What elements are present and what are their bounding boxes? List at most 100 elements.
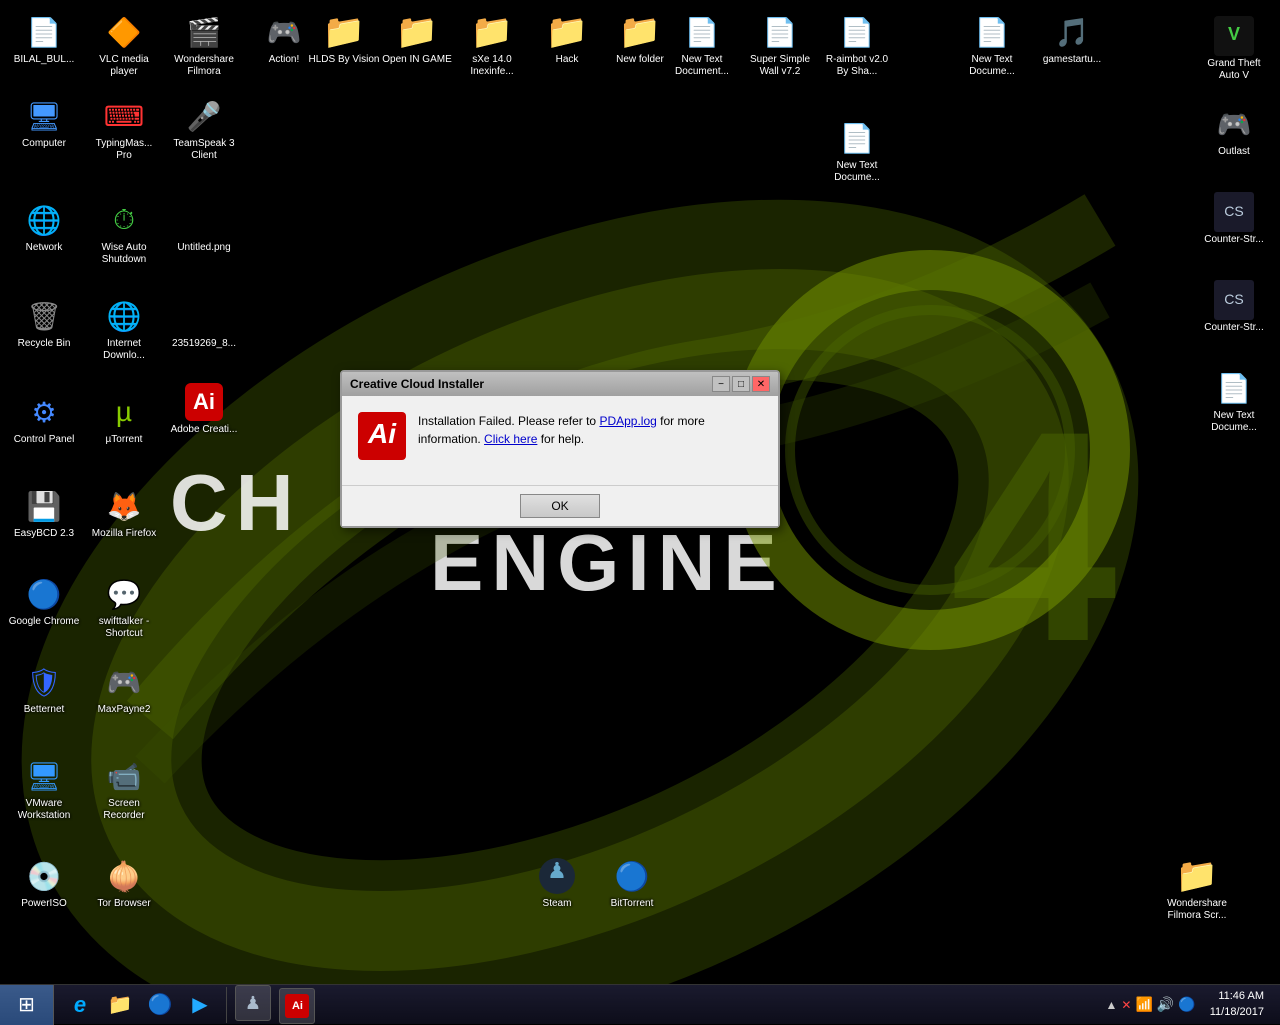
icon-gta5[interactable]: V Grand Theft Auto V [1194, 12, 1274, 92]
icon-steam[interactable]: ♟ Steam [517, 852, 597, 932]
icon-recycle[interactable]: 🗑 Recycle Bin [4, 292, 84, 372]
pdapp-log-link[interactable]: PDApp.log [599, 414, 656, 428]
tray-network-icon[interactable]: 📶 [1135, 996, 1152, 1013]
taskbar-ie-icon[interactable]: e [62, 987, 98, 1023]
taskbar-media-icon[interactable]: ▶ [182, 987, 218, 1023]
icon-easybcd[interactable]: 💾 EasyBCD 2.3 [4, 482, 84, 562]
icon-typingmaster[interactable]: ⌨ TypingMas... Pro [84, 92, 164, 172]
screen-rec-label: Screen Recorder [88, 798, 160, 822]
icon-network[interactable]: 🌐 Network [4, 196, 84, 276]
start-button[interactable]: ⊞ [0, 985, 54, 1025]
icon-betternet[interactable]: 🛡 Betternet [4, 658, 84, 738]
taskbar-explorer-icon[interactable]: 📁 [102, 987, 138, 1023]
dialog-window-controls: − □ ✕ [712, 376, 770, 392]
click-here-link[interactable]: Click here [484, 432, 537, 446]
vmware-icon: 🖥 [24, 756, 64, 796]
typingmaster-label: TypingMas... Pro [88, 138, 160, 162]
taskbar-adobe-active[interactable]: Ai [279, 988, 315, 1024]
icon-swifttalker[interactable]: 💬 swifttalker - Shortcut [84, 570, 164, 650]
icon-teamspeak[interactable]: 🎤 TeamSpeak 3 Client [164, 92, 244, 172]
new-text3-label: New Text Docume... [821, 160, 893, 184]
new-text1-icon: 📄 [682, 12, 722, 52]
new-text3-icon: 📄 [837, 118, 877, 158]
icon-screen-rec[interactable]: 📹 Screen Recorder [84, 752, 164, 832]
icon-hack[interactable]: 📁 Hack [527, 8, 607, 88]
icon-new-text2[interactable]: 📄 New Text Docume... [952, 8, 1032, 88]
icon-wise-auto[interactable]: ⏱ Wise Auto Shutdown [84, 196, 164, 276]
hlds-icon: 📁 [324, 12, 364, 52]
teamspeak-label: TeamSpeak 3 Client [168, 138, 240, 162]
dialog-message: Installation Failed. Please refer to PDA… [418, 412, 762, 448]
icon-new-text3[interactable]: 📄 New Text Docume... [817, 114, 897, 194]
icon-internet-dl[interactable]: 🌐 Internet Downlo... [84, 292, 164, 372]
firefox-icon: 🦊 [104, 486, 144, 526]
icon-vlc[interactable]: 🔶 VLC media player [84, 8, 164, 88]
tray-bluetooth-icon[interactable]: 🔵 [1178, 996, 1195, 1013]
icon-vmware[interactable]: 🖥 VMware Workstation [4, 752, 84, 832]
icon-chrome[interactable]: 🔵 Google Chrome [4, 570, 84, 650]
icon-raimbot[interactable]: 📄 R-aimbot v2.0 By Sha... [817, 8, 897, 88]
icon-new-text1[interactable]: 📄 New Text Document... [662, 8, 742, 88]
control-panel-icon: ⚙ [24, 392, 64, 432]
icon-tor-browser[interactable]: 🧅 Tor Browser [84, 852, 164, 932]
icon-computer[interactable]: 🖥 Computer [4, 92, 84, 172]
tray-arrow-icon[interactable]: ▲ [1105, 998, 1117, 1012]
dialog-maximize-button[interactable]: □ [732, 376, 750, 392]
icon-img23519[interactable]: 🖼 23519269_8... [164, 292, 244, 372]
dialog-titlebar: Creative Cloud Installer − □ ✕ [342, 372, 778, 396]
cs2-icon: CS [1214, 280, 1254, 320]
icon-sxe[interactable]: 📁 sXe 14.0 Inexinfe... [452, 8, 532, 88]
gamestart-label: gamestartu... [1043, 54, 1101, 66]
icon-adobe-cc[interactable]: Ai Adobe Creati... [164, 378, 244, 458]
system-clock[interactable]: 11:46 AM 11/18/2017 [1202, 989, 1272, 1020]
control-panel-label: Control Panel [14, 434, 75, 446]
adobe-taskbar-icon: Ai [292, 1000, 303, 1012]
icon-utorrent[interactable]: µ µTorrent [84, 388, 164, 468]
icon-cs2[interactable]: CS Counter-Str... [1194, 276, 1274, 356]
svg-text:Ai: Ai [367, 418, 397, 449]
tray-icons: ▲ ✕ 📶 🔊 🔵 [1105, 996, 1195, 1013]
icon-bilal-bul[interactable]: 📄 BILAL_BUL... [4, 8, 84, 88]
dialog-footer: OK [342, 485, 778, 526]
dialog-body: Ai Installation Failed. Please refer to … [342, 396, 778, 485]
icon-filmora[interactable]: 🎬 Wondershare Filmora [164, 8, 244, 88]
bilal-bul-icon: 📄 [24, 12, 64, 52]
easybcd-icon: 💾 [24, 486, 64, 526]
recycle-icon: 🗑 [24, 296, 64, 336]
svg-text:♟: ♟ [547, 858, 567, 883]
vmware-label: VMware Workstation [8, 798, 80, 822]
icon-control-panel[interactable]: ⚙ Control Panel [4, 388, 84, 468]
icon-maxpayne2[interactable]: 🎮 MaxPayne2 [84, 658, 164, 738]
icon-poweriso[interactable]: 💿 PowerISO [4, 852, 84, 932]
adobe-cc-label: Adobe Creati... [171, 424, 238, 436]
media-taskbar-icon: ▶ [192, 992, 207, 1017]
dialog-message-part3: for help. [537, 432, 584, 446]
hack-label: Hack [556, 54, 579, 66]
explorer-icon: 📁 [108, 992, 133, 1017]
icon-outlast[interactable]: 🎮 Outlast [1194, 100, 1274, 180]
hack-icon: 📁 [547, 12, 587, 52]
icon-openin[interactable]: 📁 Open IN GAME [377, 8, 457, 88]
bittorrent-label: BitTorrent [611, 898, 654, 910]
tray-x-icon: ✕ [1121, 998, 1131, 1012]
taskbar-steam-active[interactable]: ♟ [235, 985, 271, 1021]
taskbar-chrome-icon[interactable]: 🔵 [142, 987, 178, 1023]
untitled-label: Untitled.png [177, 242, 230, 254]
icon-cs1[interactable]: CS Counter-Str... [1194, 188, 1274, 268]
filmora-label: Wondershare Filmora [168, 54, 240, 78]
icon-super-wall[interactable]: 📄 Super Simple Wall v7.2 [740, 8, 820, 88]
tray-volume-icon[interactable]: 🔊 [1157, 996, 1174, 1013]
icon-new-text-r[interactable]: 📄 New Text Docume... [1194, 364, 1274, 444]
dialog-ok-button[interactable]: OK [520, 494, 600, 518]
dialog-minimize-button[interactable]: − [712, 376, 730, 392]
icon-firefox[interactable]: 🦊 Mozilla Firefox [84, 482, 164, 562]
cs2-label: Counter-Str... [1204, 322, 1263, 334]
icon-untitled[interactable]: 🖼 Untitled.png [164, 196, 244, 276]
icon-gamestart[interactable]: 🎵 gamestartu... [1032, 8, 1112, 88]
icon-hlds[interactable]: 📁 HLDS By Vision [304, 8, 384, 88]
dialog-close-button[interactable]: ✕ [752, 376, 770, 392]
svg-text:CS: CS [1224, 203, 1243, 219]
icon-bittorrent[interactable]: 🔵 BitTorrent [592, 852, 672, 932]
poweriso-icon: 💿 [24, 856, 64, 896]
icon-filmora-scr[interactable]: 📁 Wondershare Filmora Scr... [1157, 852, 1237, 932]
